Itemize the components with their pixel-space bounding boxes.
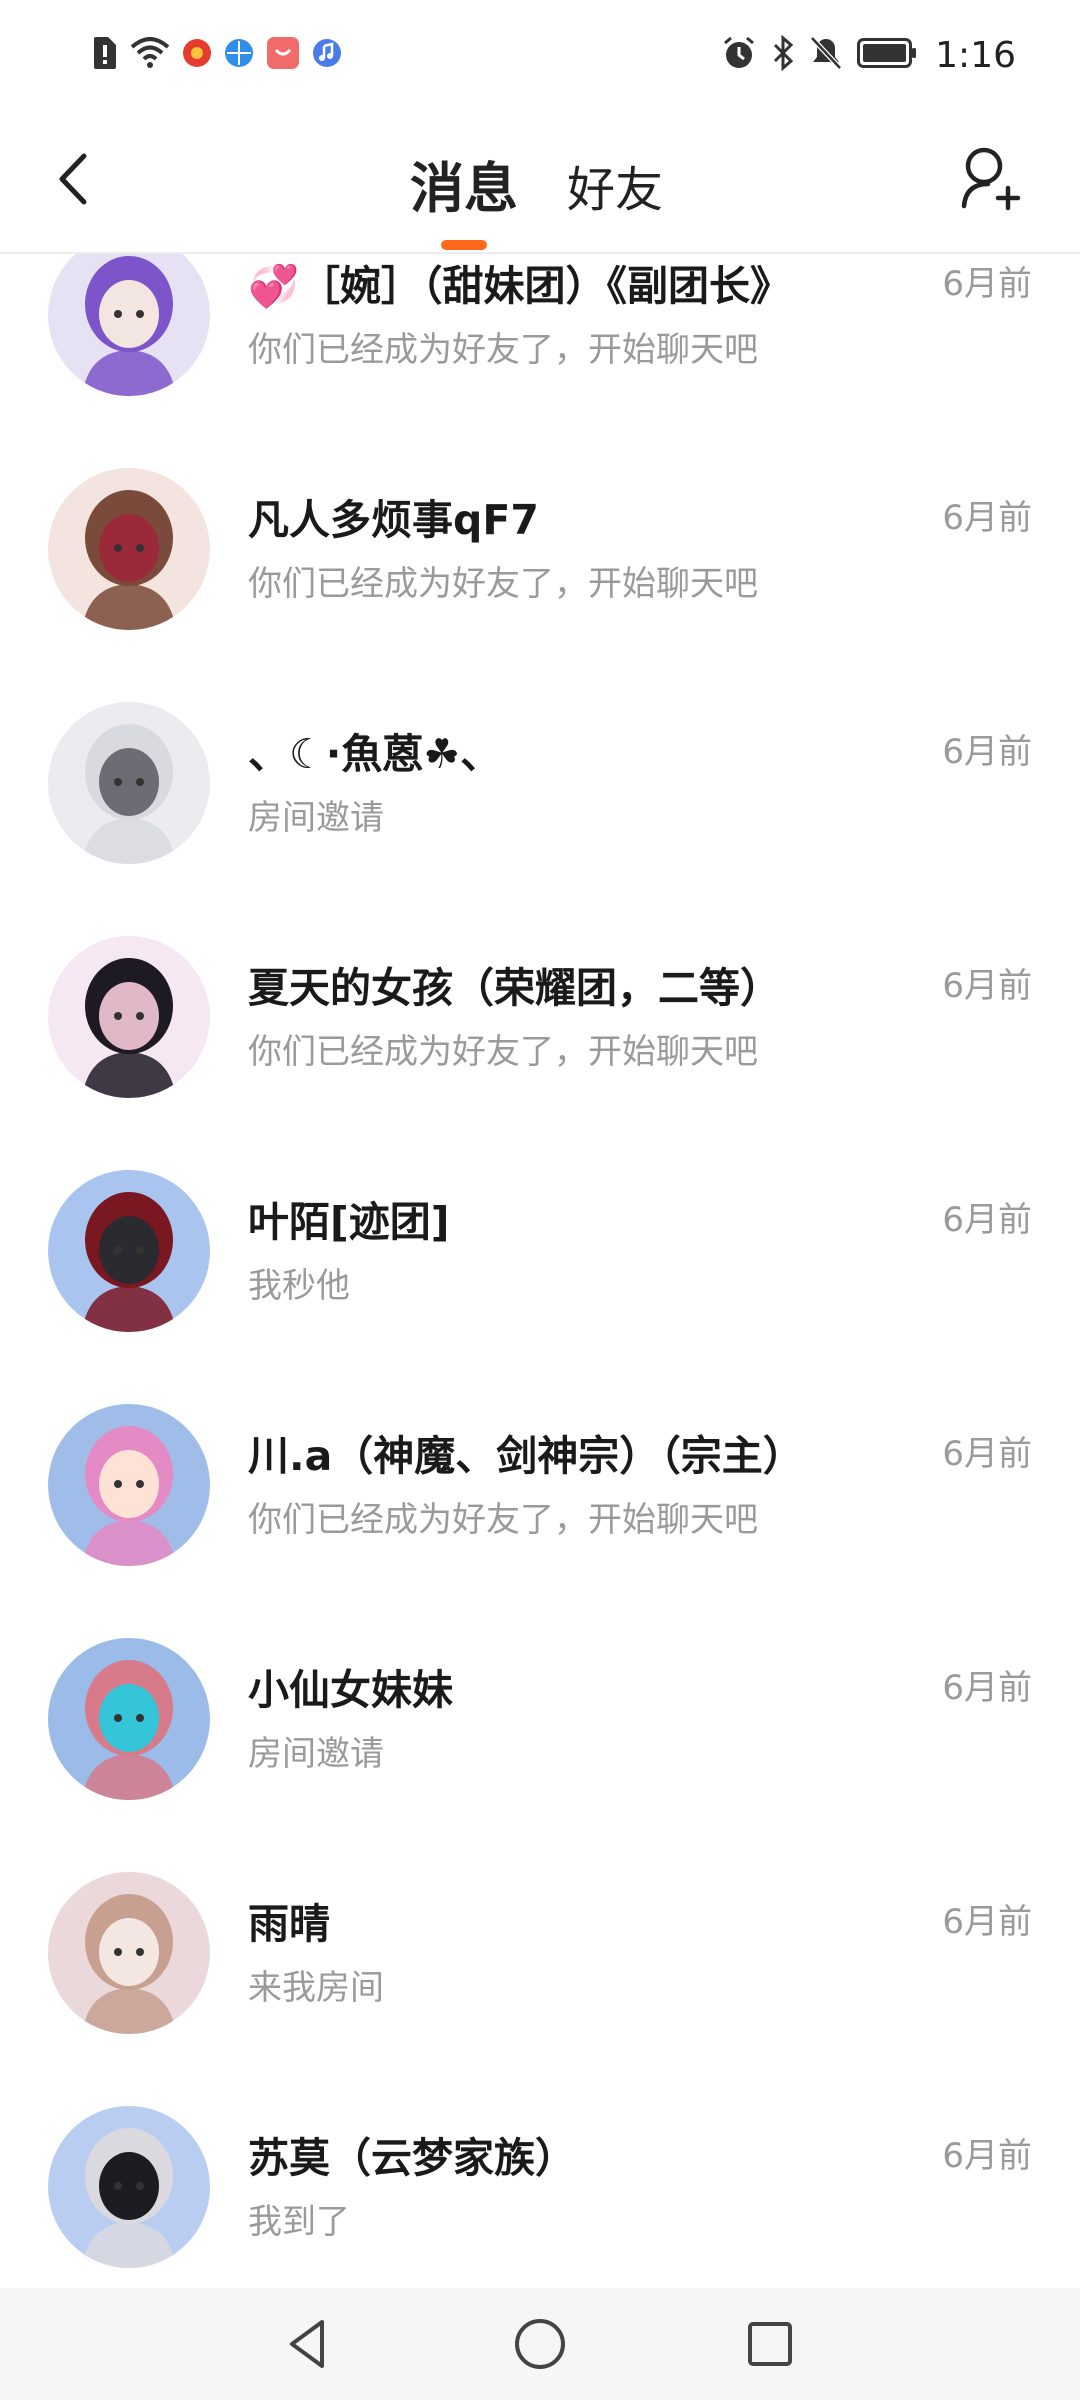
mute-icon [809,35,843,75]
avatar[interactable] [48,2106,210,2268]
message-time: 6月前 [942,966,1032,1006]
avatar[interactable] [48,702,210,864]
wifi-icon [130,37,170,73]
tab-messages[interactable]: 消息 [410,144,518,223]
conversation-item[interactable]: 叶陌[迹团] 我秒他 6月前 [0,1108,1080,1342]
message-preview: 你们已经成为好友了，开始聊天吧 [248,330,758,370]
top-header: 消息 好友 [0,108,1080,254]
conversation-list[interactable]: 💞［婉］（甜妹团）《副团长》 你们已经成为好友了，开始聊天吧 6月前 凡人多烦事qF7… [0,254,1080,2288]
bluetooth-icon [771,34,795,75]
message-preview: 房间邀请 [248,1734,384,1774]
message-time: 6月前 [942,2136,1032,2176]
contact-name: 雨晴 [248,1900,330,1948]
message-time: 6月前 [942,732,1032,772]
contact-name: 💞［婉］（甜妹团）《副团长》 [248,262,792,310]
conversation-item[interactable]: 夏天的女孩（荣耀团，二等） 你们已经成为好友了，开始聊天吧 6月前 [0,874,1080,1108]
contact-name: 苏莫（云梦家族） [248,2134,576,2182]
contact-name: 叶陌[迹团] [248,1198,450,1246]
avatar[interactable] [48,1638,210,1800]
nav-recents-button[interactable] [738,2312,802,2376]
message-preview: 你们已经成为好友了，开始聊天吧 [248,1500,758,1540]
browser-icon [224,38,254,72]
message-time: 6月前 [942,1200,1032,1240]
conversation-item[interactable]: 💞［婉］（甜妹团）《副团长》你们已经成为好友了，开始聊天吧 6月前 [0,254,1080,406]
message-preview: 你们已经成为好友了，开始聊天吧 [248,1032,758,1072]
system-nav-bar [0,2288,1080,2400]
battery-icon [857,38,917,72]
add-user-icon [961,147,1021,211]
conversation-item[interactable]: 苏莫（云梦家族） 我到了 6月前 [0,2044,1080,2278]
conversation-item[interactable]: 小仙女妹妹房间邀请 6月前 [0,1576,1080,1810]
message-time: 6月前 [942,1902,1032,1942]
conversation-item[interactable]: 雨晴来我房间 6月前 [0,1810,1080,2044]
nav-home-button[interactable] [508,2312,572,2376]
back-triangle-icon [290,2320,324,2368]
recents-square-icon [748,2322,792,2366]
chevron-left-icon [59,153,87,205]
status-right-icons: 1:16 [721,30,1016,80]
conversation-item[interactable]: 凡人多烦事qF7 你们已经成为好友了，开始聊天吧 6月前 [0,406,1080,640]
status-bar: 1:16 [0,0,1080,108]
message-preview: 你们已经成为好友了，开始聊天吧 [248,564,758,604]
back-button[interactable] [44,146,104,212]
add-friend-button[interactable] [958,144,1022,214]
conversation-item[interactable]: 川.a（神魔、剑神宗）（宗主） 你们已经成为好友了，开始聊天吧 6月前 [0,1342,1080,1576]
nav-back-button[interactable] [276,2312,340,2376]
store-icon [266,36,300,74]
contact-name: 川.a（神魔、剑神宗）（宗主） [248,1432,804,1480]
avatar[interactable] [48,1170,210,1332]
home-circle-icon [515,2319,565,2369]
message-preview: 我秒他 [248,1266,350,1306]
message-time: 6月前 [942,264,1032,304]
message-preview: 来我房间 [248,1968,384,2008]
contact-name: 凡人多烦事qF7 [248,496,539,544]
avatar[interactable] [48,1404,210,1566]
contact-name: 小仙女妹妹 [248,1666,453,1714]
status-time: 1:16 [935,34,1016,76]
message-preview: 房间邀请 [248,798,384,838]
message-time: 6月前 [942,498,1032,538]
message-preview: 我到了 [248,2202,350,2242]
conversation-item[interactable]: 、☾·魚蒽☘、房间邀请 6月前 [0,640,1080,874]
contact-name: 夏天的女孩（荣耀团，二等） [248,964,781,1012]
alarm-icon [721,35,757,75]
contact-name: 、☾·魚蒽☘、 [248,730,502,778]
avatar[interactable] [48,1872,210,2034]
tab-friends[interactable]: 好友 [567,150,663,220]
status-left-icons [92,34,342,76]
sim-alert-icon [92,37,118,73]
avatar[interactable] [48,936,210,1098]
message-time: 6月前 [942,1434,1032,1474]
message-time: 6月前 [942,1668,1032,1708]
avatar[interactable] [48,468,210,630]
avatar[interactable] [48,254,210,396]
music-icon [312,38,342,72]
app-notification-icon [182,38,212,72]
active-tab-indicator [441,240,487,250]
